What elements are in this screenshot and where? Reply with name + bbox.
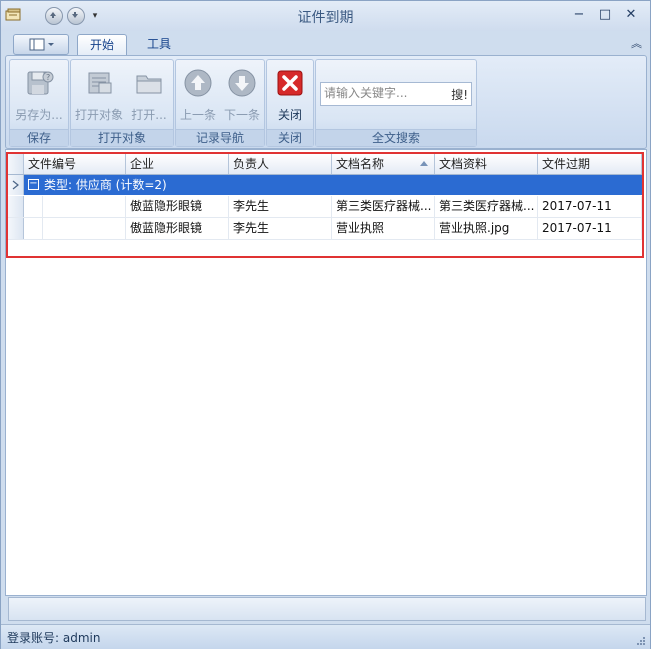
highlight-box: [6, 152, 644, 258]
close-red-icon: [277, 70, 303, 96]
arrow-down-icon: [228, 69, 256, 97]
search-input[interactable]: [321, 83, 445, 103]
resize-grip-icon[interactable]: [636, 636, 646, 646]
save-as-label: 另存为...: [15, 108, 63, 122]
group-label-navigation: 记录导航: [176, 129, 264, 146]
group-label-save: 保存: [10, 129, 68, 146]
arrow-up-icon: [184, 69, 212, 97]
tab-tools[interactable]: 工具: [137, 34, 181, 55]
next-record-button[interactable]: 下一条: [220, 64, 264, 124]
main-window: ▾ 证件到期 − □ ✕ 开始 工具 ︽ ? 另存为... 保存 打开对象 打开…: [0, 0, 651, 649]
group-search: 搜! 全文搜索: [315, 59, 477, 147]
app-menu-icon: [29, 38, 54, 51]
group-close: 关闭 关闭: [266, 59, 314, 147]
close-form-label: 关闭: [277, 108, 302, 122]
group-open: 打开对象 打开... 打开对象: [70, 59, 174, 147]
close-form-button[interactable]: 关闭: [267, 64, 313, 124]
group-navigation: 上一条 下一条 记录导航: [175, 59, 265, 147]
grid-panel: 文件编号 企业 负责人 文档名称 文档资料 文件过期 − 类型: 供应商 (计数…: [5, 149, 647, 621]
search-button[interactable]: 搜!: [451, 86, 468, 103]
open-file-button[interactable]: 打开...: [127, 64, 171, 124]
login-account-label: 登录账号: admin: [7, 631, 101, 645]
ribbon-tabs: 开始 工具 ︽: [1, 31, 650, 56]
grid-footer-bar: [8, 597, 646, 621]
minimize-button[interactable]: −: [566, 6, 592, 24]
open-file-label: 打开...: [131, 108, 167, 122]
open-object-label: 打开对象: [74, 108, 123, 122]
save-as-button[interactable]: ? 另存为...: [10, 64, 68, 124]
open-object-button[interactable]: 打开对象: [71, 64, 127, 124]
close-button[interactable]: ✕: [618, 6, 644, 24]
application-menu-button[interactable]: [13, 34, 69, 55]
previous-record-label: 上一条: [179, 108, 216, 122]
save-as-icon: ?: [27, 71, 54, 95]
search-box: 搜!: [320, 82, 472, 106]
group-label-search: 全文搜索: [316, 129, 476, 146]
next-record-label: 下一条: [223, 108, 260, 122]
status-bar: 登录账号: admin: [1, 624, 650, 649]
svg-text:?: ?: [46, 73, 50, 82]
ribbon: ? 另存为... 保存 打开对象 打开... 打开对象 上一条 下一条 记录导航…: [5, 55, 647, 149]
maximize-button[interactable]: □: [592, 6, 618, 24]
window-title: 证件到期: [297, 10, 354, 26]
folder-icon: [136, 75, 162, 94]
group-label-open: 打开对象: [71, 129, 173, 146]
previous-record-button[interactable]: 上一条: [176, 64, 220, 124]
tab-start[interactable]: 开始: [77, 34, 127, 56]
group-label-close: 关闭: [267, 129, 313, 146]
open-object-icon: [88, 72, 112, 94]
collapse-ribbon-icon[interactable]: ︽: [631, 35, 642, 51]
group-save: ? 另存为... 保存: [9, 59, 69, 147]
title-bar: ▾ 证件到期 − □ ✕: [1, 1, 650, 31]
